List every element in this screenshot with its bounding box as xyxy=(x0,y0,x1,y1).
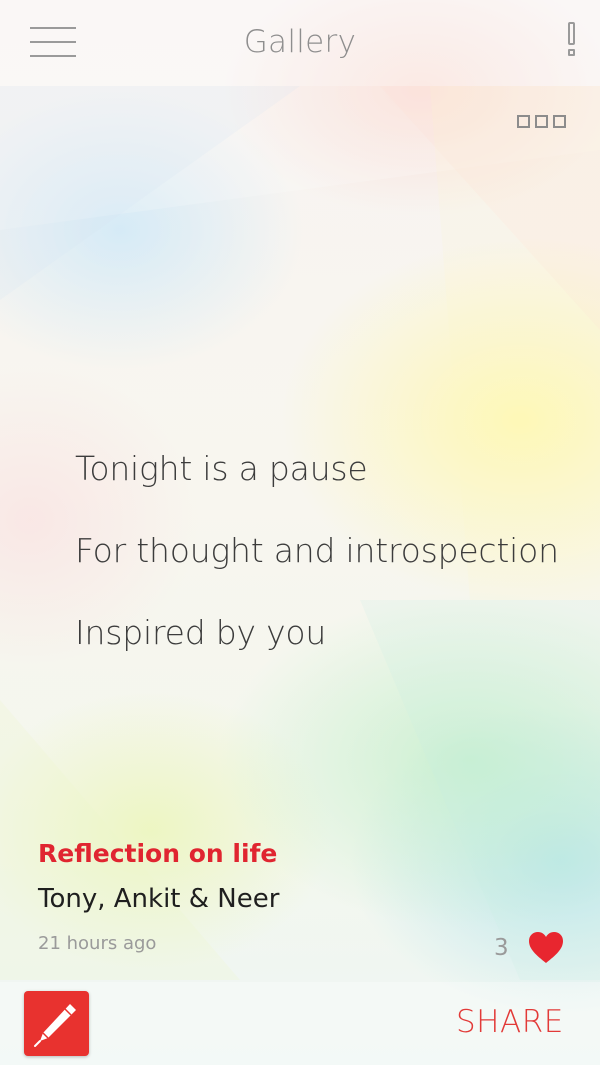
post-title: Reflection on life xyxy=(38,839,278,868)
share-button[interactable]: SHARE xyxy=(456,1004,564,1040)
post-authors: Tony, Ankit & Neer xyxy=(38,884,280,914)
poem-line: For thought and introspection xyxy=(75,531,559,570)
like-count: 3 xyxy=(494,935,509,961)
poem-line: Inspired by you xyxy=(75,613,327,652)
poem-text: Tonight is a pause For thought and intro… xyxy=(75,428,575,674)
pen-icon xyxy=(34,1004,76,1047)
top-app-bar: Gallery xyxy=(0,0,600,86)
compose-button[interactable] xyxy=(24,991,89,1056)
heart-icon[interactable] xyxy=(528,931,564,965)
more-options-icon[interactable] xyxy=(517,115,567,131)
exclamation-icon[interactable] xyxy=(561,22,585,60)
poem-line: Tonight is a pause xyxy=(75,449,368,488)
post-timestamp: 21 hours ago xyxy=(38,933,157,954)
gallery-screen: Gallery Tonight is a pause For thought a… xyxy=(0,0,600,1065)
page-title: Gallery xyxy=(243,24,357,60)
